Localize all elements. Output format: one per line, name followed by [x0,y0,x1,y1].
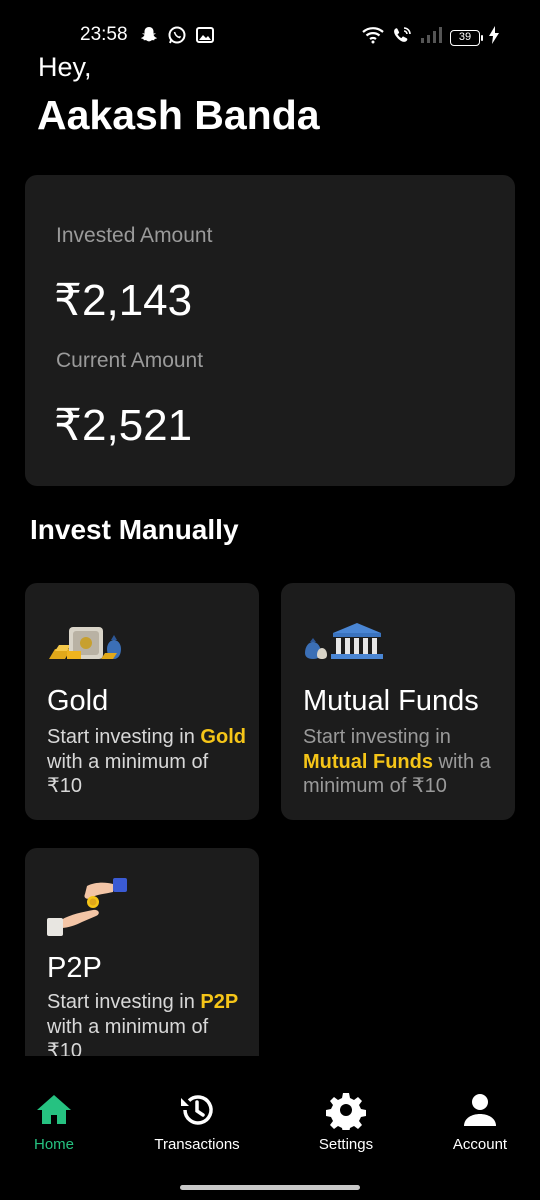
whatsapp-icon [167,25,187,50]
card-highlight: P2P [200,991,239,1013]
gold-vault-icon [47,621,127,666]
bank-moneybag-icon [303,621,383,666]
status-notification-icons [139,25,215,50]
greeting-hello: Hey, [38,52,92,82]
user-name: Aakash Banda [37,92,320,138]
nav-transactions[interactable]: Transactions [137,1090,257,1153]
invest-card-mutual-funds[interactable]: Mutual Funds Start investing in Mutual F… [281,583,515,820]
gear-icon [326,1093,366,1130]
portfolio-summary-card: Invested Amount ₹2,143 Current Amount ₹2… [25,175,515,486]
card-description: Start investing in Gold with a minimum o… [47,726,246,797]
signal-icon [420,27,442,48]
card-description: Start investing in Mutual Funds with a m… [303,726,491,797]
home-indicator[interactable] [180,1185,360,1190]
hand-coin-icon [47,876,129,943]
history-icon [181,1095,213,1125]
current-amount-value: ₹2,521 [54,401,193,450]
invest-card-p2p[interactable]: P2P Start investing in P2P with a minimu… [25,848,259,1078]
scroll-clip [0,1056,540,1076]
gallery-icon [195,25,215,50]
card-highlight: Gold [200,726,246,748]
status-time: 23:58 [80,24,128,45]
wifi-icon [362,26,384,49]
status-system-icons: 39 [362,26,500,49]
home-screen: 23:58 39 Hey, Aakash Banda Invested Amou… [0,0,540,1200]
snapchat-icon [139,25,159,50]
current-amount-label: Current Amount [56,349,204,372]
card-title: Gold [47,685,109,717]
nav-account[interactable]: Account [420,1090,540,1153]
nav-label: Account [452,1136,508,1153]
nav-label: Home [33,1136,74,1153]
invest-card-gold[interactable]: Gold Start investing in Gold with a mini… [25,583,259,820]
battery-icon: 39 [450,29,483,46]
card-description: Start investing in P2P with a minimum of… [47,991,239,1062]
section-title: Invest Manually [30,514,239,545]
home-icon [37,1095,71,1124]
person-icon [464,1094,496,1126]
charging-icon [488,26,500,49]
card-title: Mutual Funds [303,685,479,717]
nav-settings[interactable]: Settings [286,1090,406,1153]
nav-home[interactable]: Home [0,1090,114,1153]
nav-label: Settings [318,1136,374,1153]
nav-label: Transactions [154,1136,240,1153]
invested-amount-value: ₹2,143 [54,276,193,325]
invested-amount-label: Invested Amount [56,224,213,247]
card-highlight: Mutual Funds [303,750,433,773]
bottom-navigation: Home Transactions Settings Account [0,1076,540,1166]
card-title: P2P [47,952,102,984]
wifi-call-icon [392,26,412,49]
